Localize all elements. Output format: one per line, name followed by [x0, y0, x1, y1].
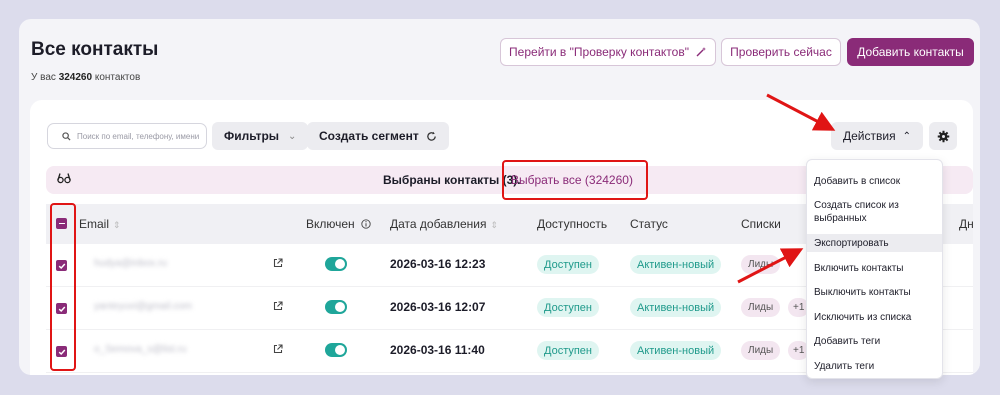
- availability-badge: Доступен: [537, 341, 600, 360]
- availability-badge: Доступен: [537, 255, 600, 274]
- checkmark-icon: [58, 262, 65, 269]
- email-cell[interactable]: o_Semova_s@list.ru: [94, 344, 186, 355]
- contact-count: 324260: [58, 72, 93, 83]
- date-cell: 2026-03-16 12:23: [390, 257, 486, 271]
- check-now-label: Проверить сейчас: [730, 45, 832, 59]
- check-now-button[interactable]: Проверить сейчас: [721, 38, 841, 66]
- magic-wand-icon: [696, 47, 706, 57]
- column-header-enabled: Включен: [306, 217, 371, 231]
- sort-icon: ⇕: [113, 220, 121, 230]
- checkmark-icon: [58, 348, 65, 355]
- menu-item-exclude-from-list[interactable]: Исключить из списка: [807, 311, 942, 324]
- add-contacts-button[interactable]: Добавить контакты: [847, 38, 974, 66]
- column-header-status: Статус: [630, 217, 668, 231]
- external-link-icon[interactable]: [273, 258, 283, 268]
- enabled-toggle[interactable]: [325, 300, 347, 314]
- availability-badge: Доступен: [537, 298, 600, 317]
- refresh-icon: [426, 131, 436, 141]
- date-cell: 2026-03-16 11:40: [390, 343, 485, 357]
- subtitle-prefix: У вас: [31, 72, 56, 83]
- settings-button[interactable]: [929, 122, 957, 150]
- contact-count-text: У вас 324260 контактов: [31, 72, 140, 83]
- select-all-checkbox[interactable]: [56, 218, 67, 229]
- search-input[interactable]: Поиск по email, телефону, имени: [47, 123, 207, 149]
- glasses-icon: [57, 173, 71, 184]
- select-all-link[interactable]: Выбрать все (324260): [511, 173, 633, 187]
- enabled-toggle[interactable]: [325, 343, 347, 357]
- external-link-icon[interactable]: [273, 344, 283, 354]
- create-segment-label: Создать сегмент: [319, 129, 419, 143]
- row-checkbox[interactable]: [56, 303, 67, 314]
- chevron-down-icon: ⌄: [288, 130, 297, 142]
- external-link-icon[interactable]: [273, 301, 283, 311]
- email-cell[interactable]: yanteyuvi@gmail.com: [94, 301, 192, 312]
- checkmark-icon: [58, 305, 65, 312]
- list-badge: Лиды: [741, 341, 781, 360]
- menu-item-remove-tags[interactable]: Удалить теги: [807, 360, 942, 373]
- menu-item-create-list-from-selected[interactable]: Создать список из выбранных: [807, 199, 942, 225]
- column-header-availability: Доступность: [537, 217, 608, 231]
- add-contacts-label: Добавить контакты: [857, 45, 964, 59]
- menu-item-add-tags[interactable]: Добавить теги: [807, 335, 942, 348]
- search-icon: [62, 131, 71, 141]
- filters-label: Фильтры: [224, 129, 280, 143]
- menu-item-disable-contacts[interactable]: Выключить контакты: [807, 286, 942, 299]
- list-badge: Лиды: [741, 255, 781, 274]
- goto-check-button[interactable]: Перейти в "Проверку контактов": [500, 38, 716, 66]
- create-segment-button[interactable]: Создать сегмент: [307, 122, 449, 150]
- column-header-date-added[interactable]: Дата добавления ⇕: [390, 217, 498, 231]
- selected-contacts-text: Выбраны контакты (3).: [383, 173, 521, 187]
- actions-label: Действия: [843, 129, 896, 143]
- subtitle-suffix: контактов: [94, 72, 141, 83]
- chevron-up-icon: ⌃: [902, 130, 911, 142]
- column-header-lists: Списки: [741, 217, 781, 231]
- status-badge: Активен-новый: [630, 341, 722, 360]
- info-icon: [361, 219, 371, 229]
- row-checkbox[interactable]: [56, 346, 67, 357]
- status-badge: Активен-новый: [630, 298, 722, 317]
- actions-button[interactable]: Действия ⌃: [831, 122, 923, 150]
- date-cell: 2026-03-16 12:07: [390, 300, 486, 314]
- menu-item-export[interactable]: Экспортировать: [807, 234, 942, 252]
- column-header-email[interactable]: Email ⇕: [79, 217, 121, 231]
- goto-check-label: Перейти в "Проверку контактов": [509, 45, 689, 59]
- search-placeholder: Поиск по email, телефону, имени: [77, 131, 200, 141]
- enabled-toggle[interactable]: [325, 257, 347, 271]
- page-title: Все контакты: [31, 39, 159, 60]
- column-header-truncated: Дн: [959, 217, 974, 231]
- sort-icon: ⇕: [490, 220, 499, 230]
- row-checkbox[interactable]: [56, 260, 67, 271]
- filters-button[interactable]: Фильтры ⌄: [212, 122, 309, 150]
- gear-icon: [937, 130, 949, 142]
- actions-dropdown-menu: Добавить в список Создать список из выбр…: [806, 159, 943, 379]
- email-cell[interactable]: hudya@inbox.ru: [94, 258, 167, 269]
- status-badge: Активен-новый: [630, 255, 722, 274]
- minus-icon: [58, 222, 65, 225]
- list-badge: Лиды: [741, 298, 781, 317]
- menu-item-enable-contacts[interactable]: Включить контакты: [807, 262, 942, 275]
- menu-item-add-to-list[interactable]: Добавить в список: [807, 175, 942, 188]
